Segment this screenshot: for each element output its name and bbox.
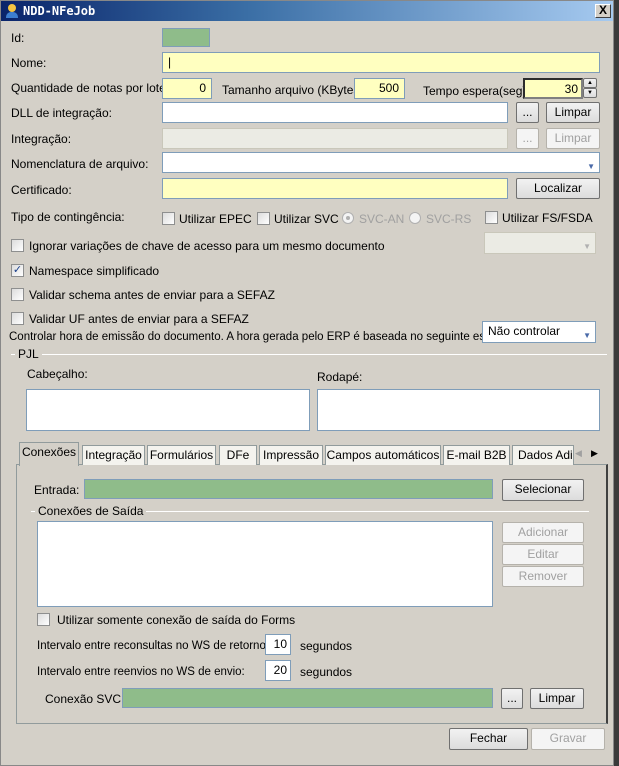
selecionar-button[interactable]: Selecionar (502, 479, 584, 501)
id-label: Id: (11, 31, 25, 45)
close-button[interactable]: X (595, 4, 611, 18)
nomenclatura-label: Nomenclatura de arquivo: (11, 157, 149, 171)
certificado-input[interactable] (162, 178, 508, 199)
qtd-label: Quantidade de notas por lote: (11, 81, 170, 95)
spin-down-icon[interactable]: ▼ (583, 88, 597, 98)
validar-uf-label: Validar UF antes de enviar para a SEFAZ (29, 312, 249, 326)
nome-input[interactable]: | (162, 52, 600, 73)
reenvios-unit: segundos (300, 665, 353, 679)
pjl-label: PJL (15, 347, 42, 361)
controlar-combo[interactable]: Não controlar (482, 321, 596, 345)
tab-dfe[interactable]: DFe (219, 445, 257, 465)
integracao-label: Integração: (11, 132, 72, 146)
conexao-svc-label: Conexão SVC: (45, 692, 125, 706)
dll-limpar-button[interactable]: Limpar (546, 102, 600, 123)
tab-impressao[interactable]: Impressão (259, 445, 323, 465)
remover-button: Remover (502, 566, 584, 587)
app-user-icon (6, 4, 18, 18)
svc-rs-radio (409, 212, 421, 224)
entrada-field (84, 479, 493, 499)
nomenclatura-combo[interactable] (162, 152, 600, 176)
somente-forms-checkbox[interactable] (37, 613, 50, 626)
dll-browse-button[interactable]: ... (516, 102, 539, 123)
tab-scroll-right-icon[interactable]: ▶ (591, 448, 598, 459)
reconsultas-label: Intervalo entre reconsultas no WS de ret… (37, 640, 270, 652)
tab-email-b2b[interactable]: E-mail B2B (443, 445, 510, 465)
fsda-checkbox[interactable] (485, 211, 498, 224)
certificado-label: Certificado: (11, 183, 72, 197)
entrada-label: Entrada: (34, 483, 80, 497)
job-window: NDD-NFeJob X Id: Nome: | Quantidade de n… (0, 0, 614, 766)
rodape-label: Rodapé: (317, 370, 363, 384)
ignorar-checkbox[interactable] (11, 239, 24, 252)
svc-an-label: SVC-AN (359, 212, 405, 226)
ignorar-combo (484, 232, 596, 256)
nome-label: Nome: (11, 56, 47, 70)
tab-scroll-left-icon[interactable]: ◀ (575, 448, 582, 459)
fsda-label: Utilizar FS/FSDA (502, 211, 593, 225)
spin-up-icon[interactable]: ▲ (583, 78, 597, 88)
integracao-input (162, 128, 508, 149)
tempo-label: Tempo espera(seg): (423, 84, 530, 98)
svc-rs-label: SVC-RS (426, 212, 472, 226)
editar-button: Editar (502, 544, 584, 565)
tab-integracao[interactable]: Integração (82, 445, 145, 465)
integracao-browse-button: ... (516, 128, 539, 149)
window-title: NDD-NFeJob (23, 4, 96, 18)
namespace-label: Namespace simplificado (29, 264, 160, 278)
tab-formularios[interactable]: Formulários (147, 445, 216, 465)
fechar-button[interactable]: Fechar (449, 728, 528, 750)
tab-conexoes[interactable]: Conexões (19, 442, 79, 466)
localizar-button[interactable]: Localizar (516, 178, 600, 199)
saida-group-label: Conexões de Saída (35, 504, 147, 518)
namespace-checkbox[interactable]: ✓ (11, 264, 24, 277)
cabecalho-label: Cabeçalho: (27, 367, 88, 381)
reenvios-label: Intervalo entre reenvios no WS de envio: (37, 666, 245, 678)
epec-checkbox[interactable] (162, 212, 175, 225)
reconsultas-input[interactable]: 10 (265, 634, 291, 655)
saida-listbox[interactable] (37, 521, 493, 607)
tamanho-label: Tamanho arquivo (KBytes): (222, 83, 367, 97)
svc-limpar-button[interactable]: Limpar (530, 688, 584, 709)
svc-label: Utilizar SVC (274, 212, 339, 226)
validar-schema-checkbox[interactable] (11, 288, 24, 301)
tab-dados-adicionais[interactable]: Dados Adic (512, 445, 574, 465)
cabecalho-textarea[interactable] (26, 389, 310, 431)
pjl-divider (11, 354, 607, 355)
tempo-spinner[interactable]: 30 (523, 78, 583, 99)
id-field (162, 28, 210, 47)
qtd-input[interactable]: 0 (162, 78, 212, 99)
svc-an-radio (342, 212, 354, 224)
rodape-textarea[interactable] (317, 389, 600, 431)
integracao-limpar-button: Limpar (546, 128, 600, 149)
tamanho-input[interactable]: 500 (354, 78, 405, 99)
ignorar-label: Ignorar variações de chave de acesso par… (29, 239, 385, 253)
controlar-label: Controlar hora de emissão do documento. … (9, 331, 511, 343)
tab-campos-automaticos[interactable]: Campos automáticos (325, 445, 441, 465)
svc-browse-button[interactable]: ... (501, 688, 523, 709)
svc-checkbox[interactable] (257, 212, 270, 225)
reenvios-input[interactable]: 20 (265, 660, 291, 681)
contingencia-label: Tipo de contingência: (11, 210, 125, 224)
dll-label: DLL de integração: (11, 106, 112, 120)
validar-uf-checkbox[interactable] (11, 312, 24, 325)
conexao-svc-field (122, 688, 493, 708)
reconsultas-unit: segundos (300, 639, 353, 653)
validar-schema-label: Validar schema antes de enviar para a SE… (29, 288, 275, 302)
epec-label: Utilizar EPEC (179, 212, 252, 226)
gravar-button: Gravar (531, 728, 605, 750)
dll-input[interactable] (162, 102, 508, 123)
adicionar-button: Adicionar (502, 522, 584, 543)
somente-forms-label: Utilizar somente conexão de saída do For… (57, 613, 296, 627)
title-bar: NDD-NFeJob (1, 1, 613, 21)
